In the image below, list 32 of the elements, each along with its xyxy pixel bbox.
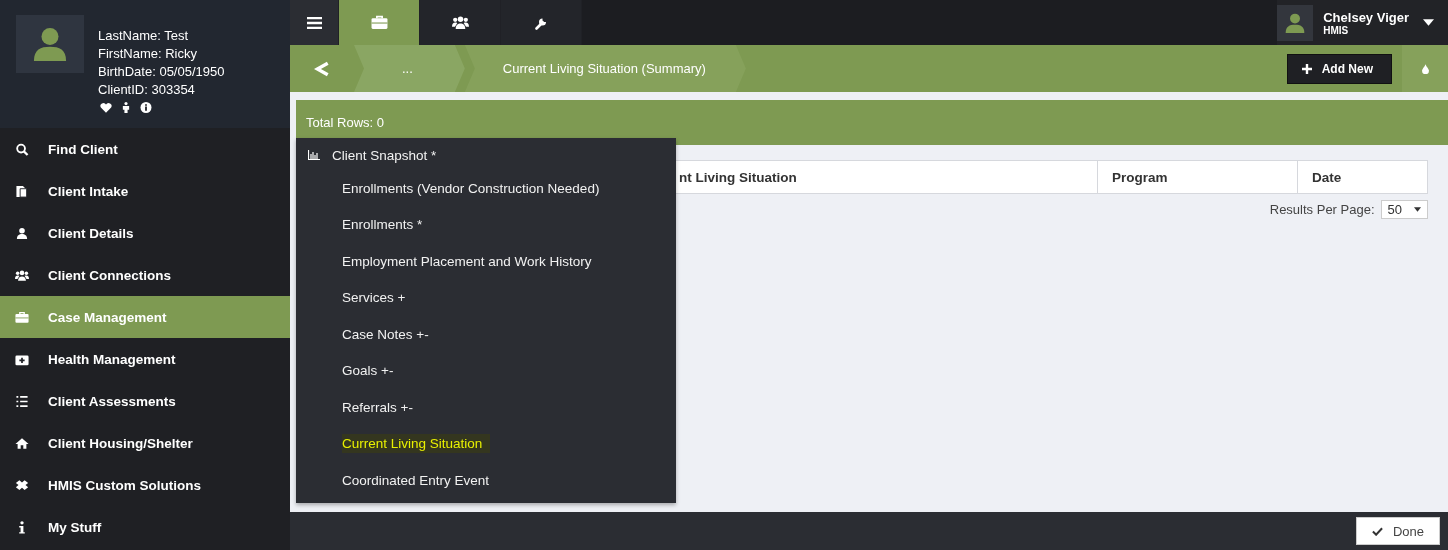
add-new-button[interactable]: Add New (1286, 53, 1392, 84)
sidebar-item[interactable]: Client Intake (0, 170, 290, 212)
results-per-page-select[interactable]: 50 (1380, 200, 1428, 219)
user-name: Chelsey Viger (1323, 9, 1409, 25)
sidebar-item[interactable]: Health Management (0, 338, 290, 380)
results-per-page-label: Results Per Page: (1269, 202, 1375, 217)
sidebar-item[interactable]: HMIS Custom Solutions (0, 464, 290, 506)
sidebar-item[interactable]: Find Client (0, 128, 290, 170)
client-info-text: LastName: Test (98, 27, 190, 45)
menu-item[interactable]: Referrals +- (342, 397, 413, 417)
user-role: HMIS (1323, 24, 1349, 36)
sidebar-item[interactable]: Client Housing/Shelter (0, 422, 290, 464)
client-info-text: FirstName: Ricky (98, 45, 198, 63)
sidebar-item[interactable]: Client Details (0, 212, 290, 254)
column-header[interactable]: Program (1097, 161, 1297, 193)
menu-item[interactable]: Enrollments * (342, 215, 423, 235)
menu-item[interactable]: Current Living Situation (342, 434, 491, 454)
total-rows-text: Total Rows: 0 (306, 115, 385, 130)
menu-item[interactable]: Employment Placement and Work History (342, 251, 592, 271)
done-button[interactable]: Done (1356, 517, 1440, 545)
sidebar-item[interactable]: My Stuff (0, 506, 290, 548)
menu-item[interactable]: Coordinated Entry Event (342, 470, 490, 490)
column-header[interactable]: Date (1297, 161, 1427, 193)
menu-item[interactable]: Goals +- (342, 361, 394, 381)
menu-item[interactable]: Services + (342, 288, 406, 308)
sidebar-item[interactable]: Client Assessments (0, 380, 290, 422)
client-info-text: BirthDate: 05/05/1950 (98, 63, 225, 81)
sidebar-item[interactable]: Client Connections (0, 254, 290, 296)
client-info-text: ClientID: 303354 (98, 81, 196, 99)
menu-item[interactable]: Enrollments (Vendor Construction Needed) (342, 178, 600, 198)
menu-item[interactable]: Client Snapshot * (332, 145, 437, 165)
menu-item[interactable]: Case Notes +- (342, 324, 429, 344)
